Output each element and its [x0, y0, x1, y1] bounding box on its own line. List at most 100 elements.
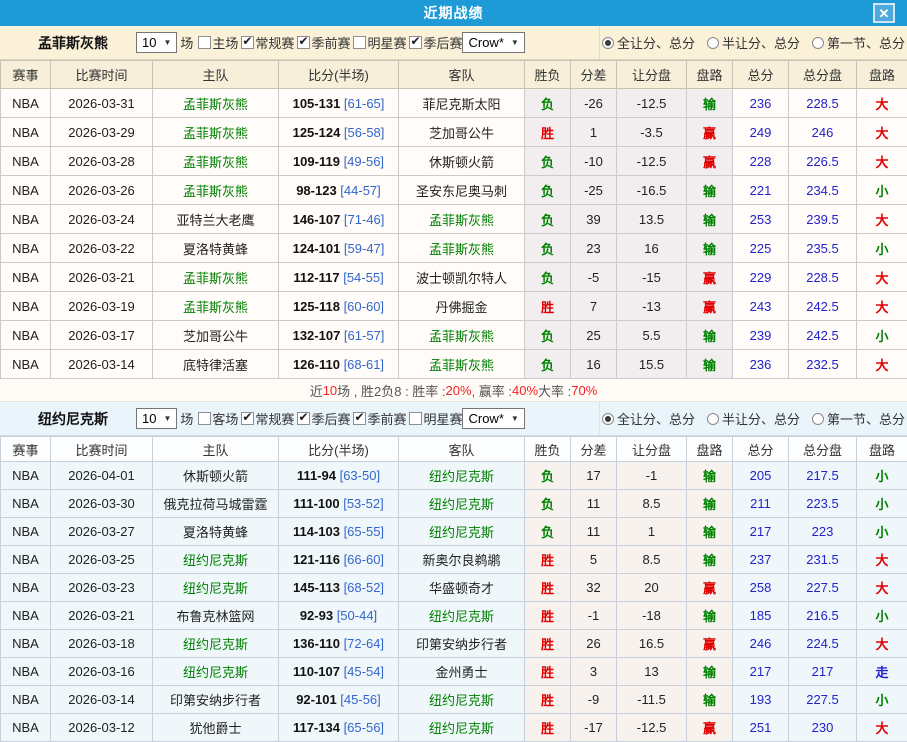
stat-mode-radio[interactable]: 全让分、总分 — [602, 33, 695, 52]
stat-mode-radio[interactable]: 半让分、总分 — [707, 409, 800, 428]
home-team: 夏洛特黄蜂 — [153, 518, 279, 546]
league-cell: NBA — [1, 630, 51, 658]
home-team: 布鲁克林篮网 — [153, 602, 279, 630]
game-row: NBA2026-03-19孟菲斯灰熊125-118 [60-60]丹佛掘金胜7-… — [1, 292, 907, 321]
date-cell: 2026-03-21 — [51, 602, 153, 630]
filter-checkbox[interactable]: 主场 — [195, 33, 238, 52]
total-points-cell: 205 — [733, 462, 789, 490]
total-points-cell: 193 — [733, 686, 789, 714]
margin-cell: -25 — [571, 176, 617, 205]
summary-text: 大率 : — [538, 381, 571, 400]
score-cell: 145-113 [68-52] — [279, 574, 399, 602]
final-score: 121-116 — [293, 552, 340, 567]
total-points-cell: 211 — [733, 490, 789, 518]
half-time-score: [44-57] — [337, 183, 381, 198]
filter-bar-left: 孟菲斯灰熊 10 ▼ 场 主场常规赛季前赛明星赛季后赛 Crow* ▼ — [0, 26, 600, 59]
handicap-result-cell: 赢 — [687, 574, 733, 602]
total-points-cell: 237 — [733, 546, 789, 574]
games-count-select[interactable]: 10 ▼ — [136, 32, 177, 53]
filter-checkbox-group: 客场常规赛季后赛季前赛明星赛 — [195, 409, 462, 428]
date-cell: 2026-03-19 — [51, 292, 153, 321]
margin-cell: -1 — [571, 602, 617, 630]
margin-cell: -26 — [571, 89, 617, 118]
close-button[interactable]: ✕ — [873, 3, 895, 23]
score-cell: 110-107 [45-54] — [279, 658, 399, 686]
checkbox-icon — [297, 412, 310, 425]
total-line-cell: 224.5 — [789, 630, 857, 658]
league-cell: NBA — [1, 490, 51, 518]
stat-mode-radio[interactable]: 半让分、总分 — [707, 33, 800, 52]
margin-cell: 25 — [571, 321, 617, 350]
filter-checkbox[interactable]: 明星赛 — [350, 33, 406, 52]
handicap-result-cell: 赢 — [687, 630, 733, 658]
score-cell: 117-134 [65-56] — [279, 714, 399, 742]
game-row: NBA2026-03-26孟菲斯灰熊98-123 [44-57]圣安东尼奥马刺负… — [1, 176, 907, 205]
filter-bar-right: 全让分、总分半让分、总分第一节、总分 — [600, 26, 907, 59]
odds-source-select[interactable]: Crow* ▼ — [462, 408, 524, 429]
filter-checkbox[interactable]: 明星赛 — [406, 409, 462, 428]
checkbox-icon — [409, 412, 422, 425]
game-row: NBA2026-03-22夏洛特黄蜂124-101 [59-47]孟菲斯灰熊负2… — [1, 234, 907, 263]
over-under-cell: 大 — [857, 714, 907, 742]
home-team: 孟菲斯灰熊 — [153, 292, 279, 321]
total-line-cell: 234.5 — [789, 176, 857, 205]
away-team: 印第安纳步行者 — [399, 630, 525, 658]
filter-checkbox[interactable]: 季后赛 — [406, 33, 462, 52]
handicap-line-cell: -13 — [617, 292, 687, 321]
over-under-cell: 大 — [857, 205, 907, 234]
stat-mode-radio[interactable]: 第一节、总分 — [812, 409, 905, 428]
filter-label: 明星赛 — [423, 409, 462, 428]
total-line-cell: 232.5 — [789, 350, 857, 379]
over-under-cell: 走 — [857, 658, 907, 686]
column-header: 总分 — [733, 61, 789, 89]
stat-mode-radio[interactable]: 全让分、总分 — [602, 409, 695, 428]
filter-checkbox[interactable]: 常规赛 — [238, 33, 294, 52]
date-cell: 2026-03-17 — [51, 321, 153, 350]
win-loss-cell: 负 — [525, 462, 571, 490]
over-under-cell: 大 — [857, 89, 907, 118]
win-loss-cell: 负 — [525, 518, 571, 546]
stat-mode-radio-group: 全让分、总分半让分、总分第一节、总分 — [602, 409, 905, 428]
half-time-score: [54-55] — [340, 270, 384, 285]
filter-checkbox[interactable]: 季前赛 — [294, 33, 350, 52]
handicap-line-cell: -3.5 — [617, 118, 687, 147]
results-table: 赛事比赛时间主队比分(半场)客队胜负分差让分盘盘路总分总分盘盘路 NBA2026… — [0, 436, 907, 742]
half-time-score: [65-56] — [340, 720, 384, 735]
total-points-cell: 185 — [733, 602, 789, 630]
stat-mode-radio[interactable]: 第一节、总分 — [812, 33, 905, 52]
away-team: 芝加哥公牛 — [399, 118, 525, 147]
over-under-cell: 大 — [857, 574, 907, 602]
filter-checkbox[interactable]: 常规赛 — [238, 409, 294, 428]
handicap-result-cell: 输 — [687, 546, 733, 574]
filter-label: 常规赛 — [255, 33, 294, 52]
score-cell: 146-107 [71-46] — [279, 205, 399, 234]
margin-cell: 3 — [571, 658, 617, 686]
filter-checkbox[interactable]: 季前赛 — [350, 409, 406, 428]
chevron-down-icon: ▼ — [163, 414, 171, 423]
recent-results-window: 近期战绩 ✕ 孟菲斯灰熊 10 ▼ 场 主场常规赛季前赛明星赛季后赛 Crow*… — [0, 0, 907, 742]
filter-label: 季前赛 — [367, 409, 406, 428]
game-row: NBA2026-03-21孟菲斯灰熊112-117 [54-55]波士顿凯尔特人… — [1, 263, 907, 292]
game-row: NBA2026-03-29孟菲斯灰熊125-124 [56-58]芝加哥公牛胜1… — [1, 118, 907, 147]
table-header-row: 赛事比赛时间主队比分(半场)客队胜负分差让分盘盘路总分总分盘盘路 — [1, 437, 907, 462]
column-header: 比赛时间 — [51, 61, 153, 89]
games-count-select[interactable]: 10 ▼ — [136, 408, 177, 429]
home-team: 犹他爵士 — [153, 714, 279, 742]
over-under-cell: 小 — [857, 321, 907, 350]
date-cell: 2026-03-12 — [51, 714, 153, 742]
date-cell: 2026-03-23 — [51, 574, 153, 602]
handicap-line-cell: -12.5 — [617, 147, 687, 176]
filter-checkbox[interactable]: 客场 — [195, 409, 238, 428]
odds-source-select[interactable]: Crow* ▼ — [462, 32, 524, 53]
handicap-result-cell: 输 — [687, 462, 733, 490]
game-row: NBA2026-03-24亚特兰大老鹰146-107 [71-46]孟菲斯灰熊负… — [1, 205, 907, 234]
titlebar: 近期战绩 ✕ — [0, 0, 907, 26]
handicap-result-cell: 输 — [687, 518, 733, 546]
margin-cell: 11 — [571, 490, 617, 518]
column-header: 盘路 — [687, 437, 733, 462]
filter-checkbox[interactable]: 季后赛 — [294, 409, 350, 428]
filter-bar-left: 纽约尼克斯 10 ▼ 场 客场常规赛季后赛季前赛明星赛 Crow* ▼ — [0, 402, 600, 435]
win-loss-cell: 胜 — [525, 658, 571, 686]
over-under-cell: 大 — [857, 630, 907, 658]
column-header: 客队 — [399, 437, 525, 462]
